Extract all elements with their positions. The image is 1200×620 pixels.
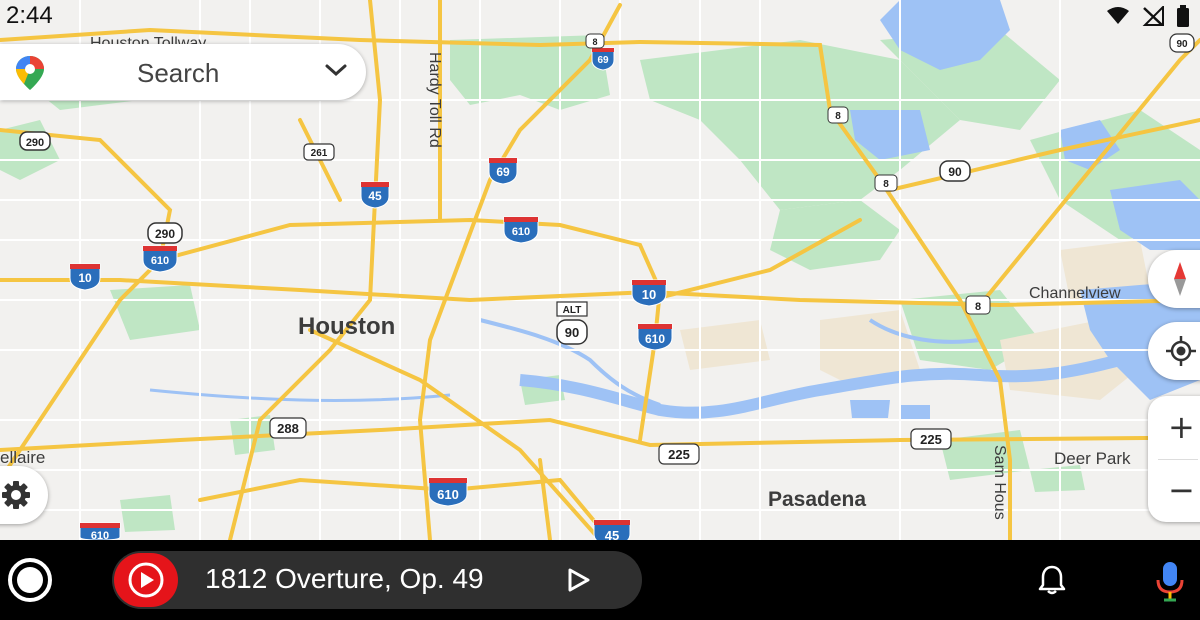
my-location-button[interactable] (1148, 322, 1200, 380)
gear-icon (2, 481, 30, 509)
zoom-controls: + − (1148, 396, 1200, 522)
place-label-bellaire: ellaire (0, 448, 45, 467)
route-label-225-right: 225 (910, 428, 952, 450)
interstate-shield-45-bottom: 45 (593, 519, 631, 540)
interstate-shield-610-top: 610 (503, 216, 539, 244)
interstate-shield-10: 10 (631, 279, 667, 307)
us-shield-290: 290 (147, 222, 183, 244)
interstate-shield-610-right: 610 (637, 323, 673, 351)
svg-text:290: 290 (26, 137, 44, 149)
svg-text:8: 8 (883, 179, 889, 190)
route-label-8-c: 8 (965, 295, 991, 315)
place-label-houston: Houston (298, 313, 395, 340)
svg-text:610: 610 (437, 487, 459, 502)
bottom-bar: 1812 Overture, Op. 49 (0, 540, 1200, 620)
search-bar[interactable]: Search (0, 44, 366, 100)
svg-text:8: 8 (592, 37, 597, 47)
route-label-90-edge: 90 (1169, 33, 1195, 53)
interstate-shield-610-left: 610 (142, 245, 178, 273)
svg-text:288: 288 (277, 421, 299, 436)
svg-text:225: 225 (668, 447, 690, 462)
svg-text:610: 610 (91, 530, 109, 540)
status-time: 2:44 (6, 2, 53, 29)
svg-text:610: 610 (151, 255, 169, 267)
bell-icon[interactable] (1036, 564, 1068, 596)
svg-text:290: 290 (155, 227, 175, 241)
svg-text:90: 90 (1176, 39, 1188, 50)
zoom-out-label: − (1168, 471, 1195, 509)
route-label-8-b: 8 (874, 174, 898, 192)
no-signal-icon (1142, 6, 1164, 26)
status-icons (1106, 5, 1190, 27)
zoom-out-button[interactable]: − (1148, 459, 1200, 522)
svg-text:8: 8 (975, 301, 981, 313)
maps-pin-icon (16, 56, 44, 90)
chevron-down-icon[interactable] (324, 62, 348, 78)
svg-text:ALT: ALT (563, 305, 582, 316)
interstate-shield-610-bottomleft: 610 (79, 522, 121, 540)
status-bar: 2:44 (0, 0, 1200, 32)
svg-text:225: 225 (920, 432, 942, 447)
svg-text:10: 10 (642, 287, 656, 302)
youtube-music-icon (128, 562, 164, 598)
place-label-deer-park: Deer Park (1054, 449, 1131, 468)
svg-text:261: 261 (311, 148, 328, 159)
route-label-8-a: 8 (827, 106, 849, 124)
interstate-shield-69: 69 (488, 157, 518, 185)
zoom-in-label: + (1168, 408, 1195, 446)
road-label-sam-houston: Sam Hous (991, 445, 1008, 520)
us-shield-290-left: 290 (19, 131, 51, 151)
place-label-pasadena: Pasadena (768, 488, 866, 511)
svg-text:90: 90 (565, 325, 579, 340)
svg-text:610: 610 (512, 226, 530, 238)
svg-text:45: 45 (605, 528, 619, 540)
battery-icon (1177, 5, 1189, 27)
interstate-shield-10-left: 10 (69, 263, 101, 291)
zoom-in-button[interactable]: + (1148, 396, 1200, 459)
microphone-icon[interactable] (1154, 560, 1186, 604)
media-app-button[interactable] (114, 553, 178, 607)
svg-text:45: 45 (368, 189, 382, 203)
route-label-8-top: 8 (585, 33, 605, 49)
svg-text:610: 610 (645, 332, 665, 346)
interstate-shield-610-bottom: 610 (428, 477, 468, 507)
svg-text:69: 69 (597, 55, 609, 66)
svg-text:69: 69 (496, 165, 510, 179)
interstate-shield-69-top: 69 (591, 47, 615, 71)
compass-icon (1174, 262, 1186, 296)
media-widget[interactable]: 1812 Overture, Op. 49 (112, 551, 642, 609)
media-title: 1812 Overture, Op. 49 (205, 563, 484, 594)
search-label: Search (137, 58, 220, 88)
road-label-hardy: Hardy Toll Rd (426, 52, 443, 148)
route-label-261: 261 (303, 143, 335, 161)
svg-text:90: 90 (948, 165, 962, 179)
compass-button[interactable] (1148, 250, 1200, 308)
us-shield-90-alt: ALT 90 (556, 301, 588, 345)
interstate-shield-45: 45 (360, 181, 390, 209)
route-label-225-left: 225 (658, 443, 700, 465)
route-label-288: 288 (269, 417, 307, 439)
settings-button[interactable] (0, 466, 48, 524)
my-location-icon (1166, 336, 1196, 366)
place-label-channelview: Channelview (1029, 285, 1121, 302)
wifi-icon (1107, 7, 1129, 24)
home-circle-icon[interactable] (7, 557, 53, 603)
svg-text:8: 8 (835, 111, 841, 122)
play-icon[interactable] (565, 567, 591, 593)
svg-text:10: 10 (78, 271, 92, 285)
us-shield-90-right: 90 (939, 160, 971, 182)
